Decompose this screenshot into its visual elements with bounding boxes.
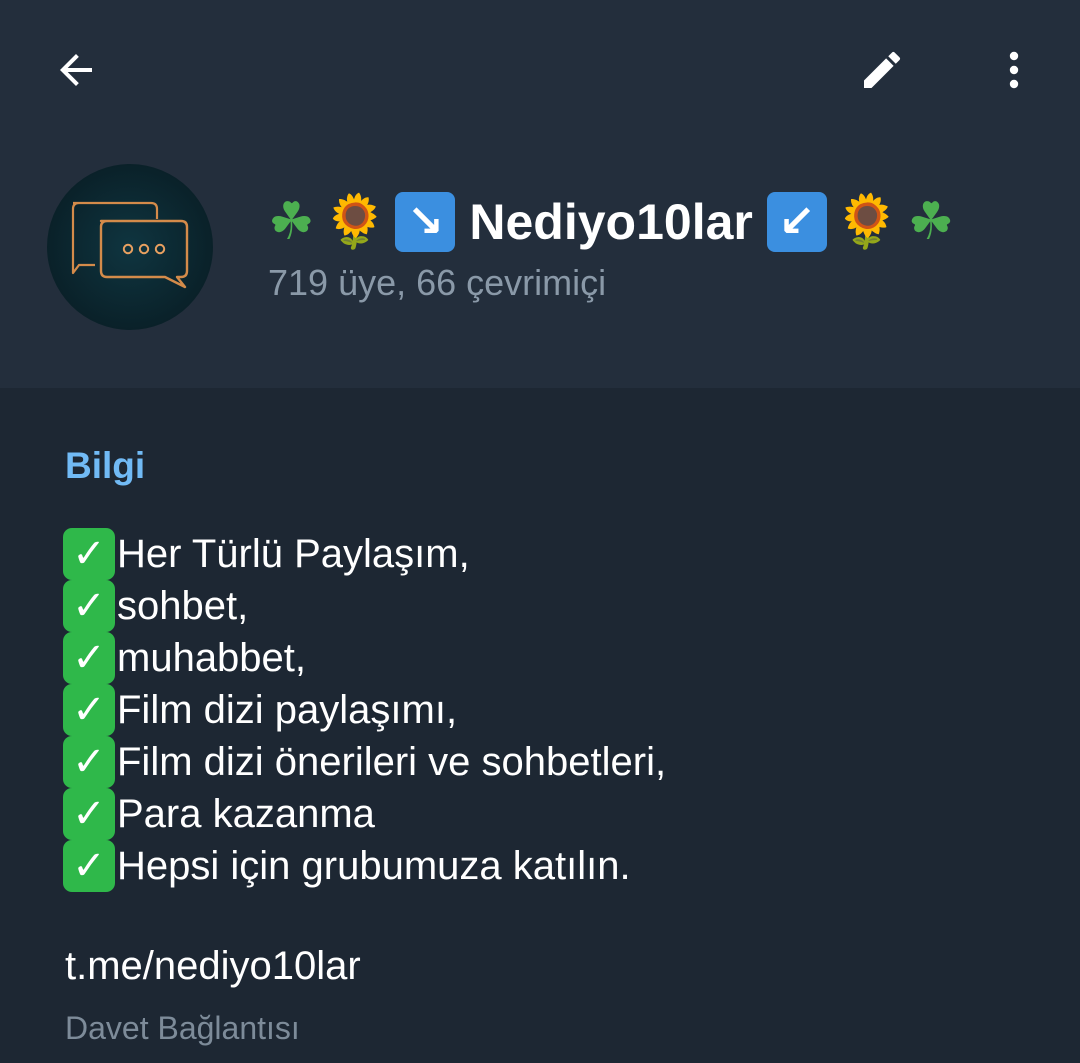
group-title: ☘ 🌻 ↘ Nediyo10lar ↙ 🌻 ☘ xyxy=(268,186,954,258)
group-avatar[interactable] xyxy=(47,164,213,330)
info-line-text: Film dizi önerileri ve sohbetleri, xyxy=(117,739,667,784)
check-mark-icon: ✓ xyxy=(63,684,115,736)
info-line-text: muhabbet, xyxy=(117,635,307,680)
info-line-text: sohbet, xyxy=(117,583,249,628)
invite-link[interactable]: t.me/nediyo10lar xyxy=(65,944,361,989)
arrow-left-icon xyxy=(60,54,92,86)
list-item: ✓ Hepsi için grubumuza katılın. xyxy=(63,840,666,892)
invite-link-caption: Davet Bağlantısı xyxy=(65,1010,300,1046)
pencil-icon xyxy=(864,51,901,88)
info-section-title: Bilgi xyxy=(65,445,146,486)
group-name: Nediyo10lar xyxy=(469,194,753,250)
check-mark-icon: ✓ xyxy=(63,736,115,788)
down-right-arrow-icon: ↘ xyxy=(395,192,456,252)
info-line-text: Para kazanma xyxy=(117,791,375,836)
info-line-text: Her Türlü Paylaşım, xyxy=(117,531,470,576)
shamrock-icon: ☘ xyxy=(907,192,955,252)
list-item: ✓ Film dizi önerileri ve sohbetleri, xyxy=(63,736,666,788)
edit-button[interactable] xyxy=(846,34,918,106)
info-line-text: Hepsi için grubumuza katılın. xyxy=(117,843,631,888)
list-item: ✓ muhabbet, xyxy=(63,632,666,684)
check-mark-icon: ✓ xyxy=(63,528,115,580)
profile-header: ☘ 🌻 ↘ Nediyo10lar ↙ 🌻 ☘ 719 üye, 66 çevr… xyxy=(0,0,1080,388)
sunflower-icon: 🌻 xyxy=(322,192,388,252)
info-description: ✓ Her Türlü Paylaşım, ✓ sohbet, ✓ muhabb… xyxy=(63,528,666,892)
list-item: ✓ Her Türlü Paylaşım, xyxy=(63,528,666,580)
more-options-button[interactable] xyxy=(978,34,1050,106)
info-line-text: Film dizi paylaşımı, xyxy=(117,687,458,732)
chat-bubbles-icon xyxy=(71,201,189,289)
back-button[interactable] xyxy=(40,34,112,106)
list-item: ✓ Film dizi paylaşımı, xyxy=(63,684,666,736)
check-mark-icon: ✓ xyxy=(63,840,115,892)
more-vertical-icon xyxy=(1009,51,1019,89)
list-item: ✓ Para kazanma xyxy=(63,788,666,840)
down-left-arrow-icon: ↙ xyxy=(766,192,827,252)
list-item: ✓ sohbet, xyxy=(63,580,666,632)
check-mark-icon: ✓ xyxy=(63,580,115,632)
member-count: 719 üye, 66 çevrimiçi xyxy=(268,262,607,303)
check-mark-icon: ✓ xyxy=(63,788,115,840)
shamrock-icon: ☘ xyxy=(268,192,315,252)
sunflower-icon: 🌻 xyxy=(834,192,900,252)
check-mark-icon: ✓ xyxy=(63,632,115,684)
